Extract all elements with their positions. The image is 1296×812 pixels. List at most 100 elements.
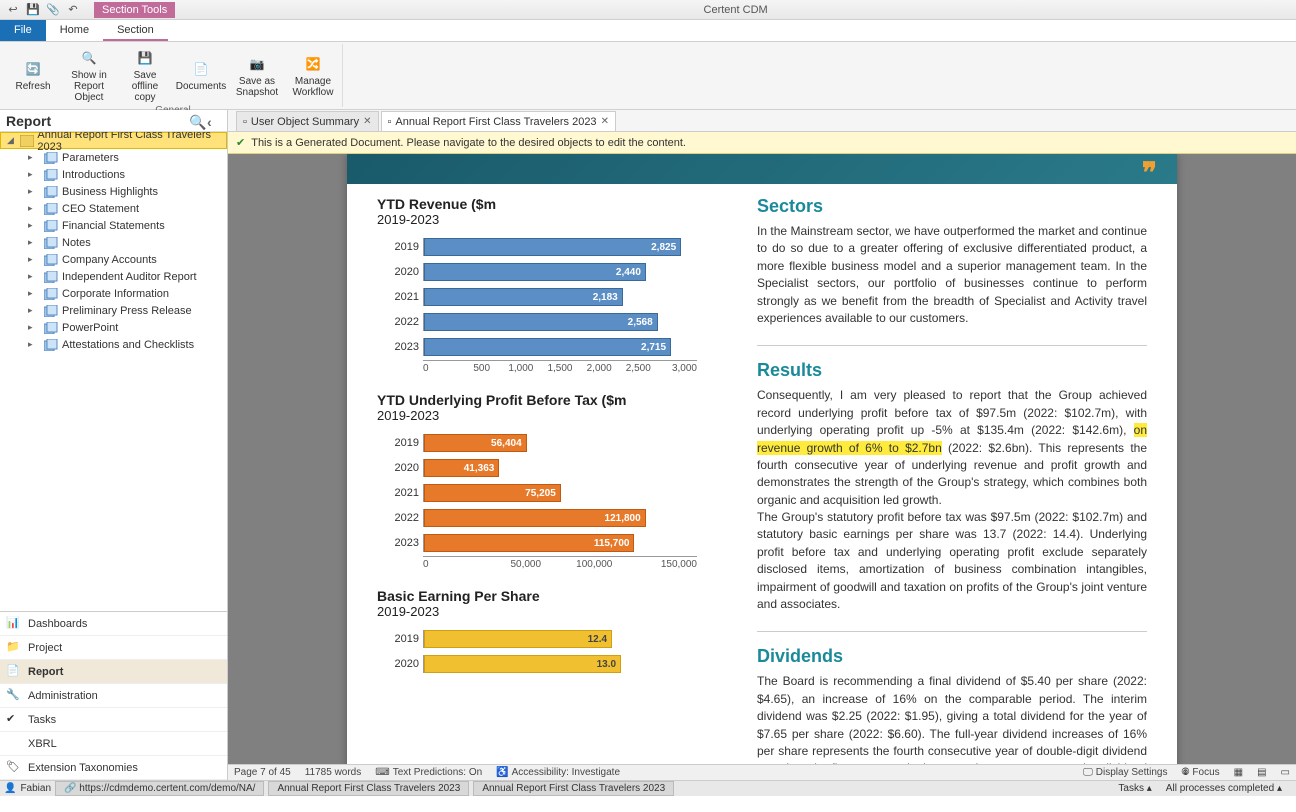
- view-web-icon[interactable]: ▭: [1281, 767, 1290, 778]
- document-status-bar: Page 7 of 45 11785 words ⌨ Text Predicti…: [228, 764, 1296, 780]
- chart-category: 2022: [387, 512, 423, 524]
- tree-item[interactable]: ▸ Corporate Information: [0, 285, 227, 302]
- chart-category: 2019: [387, 241, 423, 253]
- accessibility-check[interactable]: ♿ Accessibility: Investigate: [496, 767, 620, 778]
- chart-category: 2021: [387, 291, 423, 303]
- tree-item[interactable]: ▸PowerPoint: [0, 319, 227, 336]
- nav-administration[interactable]: 🔧Administration: [0, 684, 227, 708]
- save-icon[interactable]: 💾: [26, 3, 40, 17]
- link-icon: 🔗: [64, 783, 76, 794]
- documents-button[interactable]: 📄Documents: [174, 44, 228, 105]
- chart-category: 2020: [387, 462, 423, 474]
- search-icon[interactable]: 🔍: [189, 114, 203, 128]
- expand-arrow-icon[interactable]: ▸: [28, 305, 38, 316]
- tree-item[interactable]: ▸Company Accounts: [0, 251, 227, 268]
- close-icon[interactable]: ✕: [601, 116, 609, 127]
- nav-project[interactable]: 📁Project: [0, 636, 227, 660]
- chart-row: 2020 2,440: [387, 260, 697, 284]
- tab-section[interactable]: Section: [103, 20, 168, 41]
- quick-access-toolbar: ↩ 💾 📎 ↶: [0, 3, 86, 17]
- report-tree[interactable]: ◢ Annual Report First Class Travelers 20…: [0, 132, 227, 611]
- document-tabs: ▫User Object Summary✕▫Annual Report Firs…: [228, 110, 1296, 132]
- nav-extension-taxonomies[interactable]: 🏷Extension Taxonomies: [0, 756, 227, 780]
- tab-file[interactable]: File: [0, 20, 46, 41]
- section-icon: [43, 338, 59, 352]
- refresh-button[interactable]: 🔄Refresh: [6, 44, 60, 105]
- tree-item[interactable]: ▸ Financial Statements: [0, 217, 227, 234]
- tree-item-label: Corporate Information: [62, 288, 169, 300]
- chart-category: 2021: [387, 487, 423, 499]
- expand-arrow-icon[interactable]: ▸: [28, 152, 38, 163]
- focus-icon: 🞋: [1181, 767, 1189, 778]
- chart-category: 2023: [387, 341, 423, 353]
- tree-item-label: Notes: [62, 237, 91, 249]
- tree-item[interactable]: ▸Preliminary Press Release: [0, 302, 227, 319]
- tab-home[interactable]: Home: [46, 20, 103, 41]
- url-crumb[interactable]: 🔗 https://cdmdemo.certent.com/demo/NA/: [55, 781, 264, 796]
- results-body: Consequently, I am very pleased to repor…: [757, 387, 1147, 613]
- tree-item[interactable]: ▸CEO Statement: [0, 200, 227, 217]
- nav-label: Project: [28, 642, 62, 654]
- expand-arrow-icon[interactable]: ▸: [28, 271, 38, 282]
- nav-tasks[interactable]: ✔Tasks: [0, 708, 227, 732]
- tree-item[interactable]: ▸Business Highlights: [0, 183, 227, 200]
- expand-arrow-icon[interactable]: ▸: [28, 254, 38, 265]
- tree-item[interactable]: ▸ Notes: [0, 234, 227, 251]
- tree-item-label: Introductions: [62, 169, 125, 181]
- view-read-icon[interactable]: ▦: [1234, 767, 1243, 778]
- section-icon: [43, 321, 59, 335]
- tree-root[interactable]: ◢ Annual Report First Class Travelers 20…: [0, 132, 227, 149]
- saveoffline-button[interactable]: 💾Save offlinecopy: [118, 44, 172, 105]
- processes-dropdown[interactable]: All processes completed ▴: [1166, 783, 1282, 794]
- chart-row: 2019 2,825: [387, 235, 697, 259]
- ribbon-group-general: 🔄Refresh🔍Show inReport Object💾Save offli…: [4, 44, 343, 107]
- title-bar: ↩ 💾 📎 ↶ Section Tools Certent CDM: [0, 0, 1296, 20]
- workflow-button[interactable]: 🔀ManageWorkflow: [286, 44, 340, 105]
- divider: [757, 631, 1147, 632]
- savesnap-button[interactable]: 📷Save asSnapshot: [230, 44, 284, 105]
- collapse-icon[interactable]: ‹: [207, 114, 221, 128]
- document-tab[interactable]: ▫User Object Summary✕: [236, 111, 379, 131]
- close-icon[interactable]: ✕: [363, 116, 371, 127]
- expand-arrow-icon[interactable]: ▸: [28, 322, 38, 333]
- tree-item[interactable]: ▸ Introductions: [0, 166, 227, 183]
- tab-label: Annual Report First Class Travelers 2023: [395, 116, 596, 128]
- focus-button[interactable]: 🞋 Focus: [1181, 767, 1219, 778]
- user-name: Fabian: [20, 783, 51, 794]
- showin-button[interactable]: 🔍Show inReport Object: [62, 44, 116, 105]
- expand-arrow-icon[interactable]: ▸: [28, 339, 38, 350]
- expand-arrow-icon[interactable]: ◢: [7, 135, 16, 146]
- expand-arrow-icon[interactable]: ▸: [28, 288, 38, 299]
- chart-row: 2019 56,404: [387, 431, 697, 455]
- left-panel-header: Report 🔍 ‹: [0, 110, 227, 132]
- document-tab[interactable]: ▫Annual Report First Class Travelers 202…: [381, 111, 616, 131]
- tasks-dropdown[interactable]: Tasks ▴: [1118, 783, 1151, 794]
- tree-item-label: Financial Statements: [62, 220, 165, 232]
- predictions-toggle[interactable]: ⌨ Text Predictions: On: [375, 767, 482, 778]
- tree-item[interactable]: ▸Attestations and Checklists: [0, 336, 227, 353]
- view-print-icon[interactable]: ▤: [1257, 767, 1266, 778]
- showin-label: Show inReport Object: [64, 70, 114, 103]
- breadcrumb-1[interactable]: Annual Report First Class Travelers 2023: [268, 781, 469, 796]
- nav-dashboards[interactable]: 📊Dashboards: [0, 612, 227, 636]
- tree-item[interactable]: ▸Independent Auditor Report: [0, 268, 227, 285]
- expand-arrow-icon[interactable]: ▸: [28, 203, 38, 214]
- check-icon: ✔: [236, 136, 245, 149]
- expand-arrow-icon[interactable]: ▸: [28, 186, 38, 197]
- nav-xbrl[interactable]: XBRL: [0, 732, 227, 756]
- expand-arrow-icon[interactable]: ▸: [28, 169, 38, 180]
- chart-title: YTD Underlying Profit Before Tax ($m: [377, 392, 717, 408]
- expand-arrow-icon[interactable]: ▸: [28, 237, 38, 248]
- expand-arrow-icon[interactable]: ▸: [28, 220, 38, 231]
- nav-report[interactable]: 📄Report: [0, 660, 227, 684]
- undo-icon[interactable]: ↶: [66, 3, 80, 17]
- breadcrumb-2[interactable]: Annual Report First Class Travelers 2023: [473, 781, 674, 796]
- attach-icon[interactable]: 📎: [46, 3, 60, 17]
- display-settings-button[interactable]: 🖵 Display Settings: [1083, 767, 1167, 778]
- document-viewport[interactable]: ❞ YTD Revenue ($m 2019-2023 2019 2,825 2…: [228, 154, 1296, 764]
- word-count[interactable]: 11785 words: [305, 767, 362, 778]
- back-icon[interactable]: ↩: [6, 3, 20, 17]
- refresh-icon: 🔄: [21, 57, 45, 81]
- chart-row: 2022 121,800: [387, 506, 697, 530]
- page-indicator[interactable]: Page 7 of 45: [234, 767, 291, 778]
